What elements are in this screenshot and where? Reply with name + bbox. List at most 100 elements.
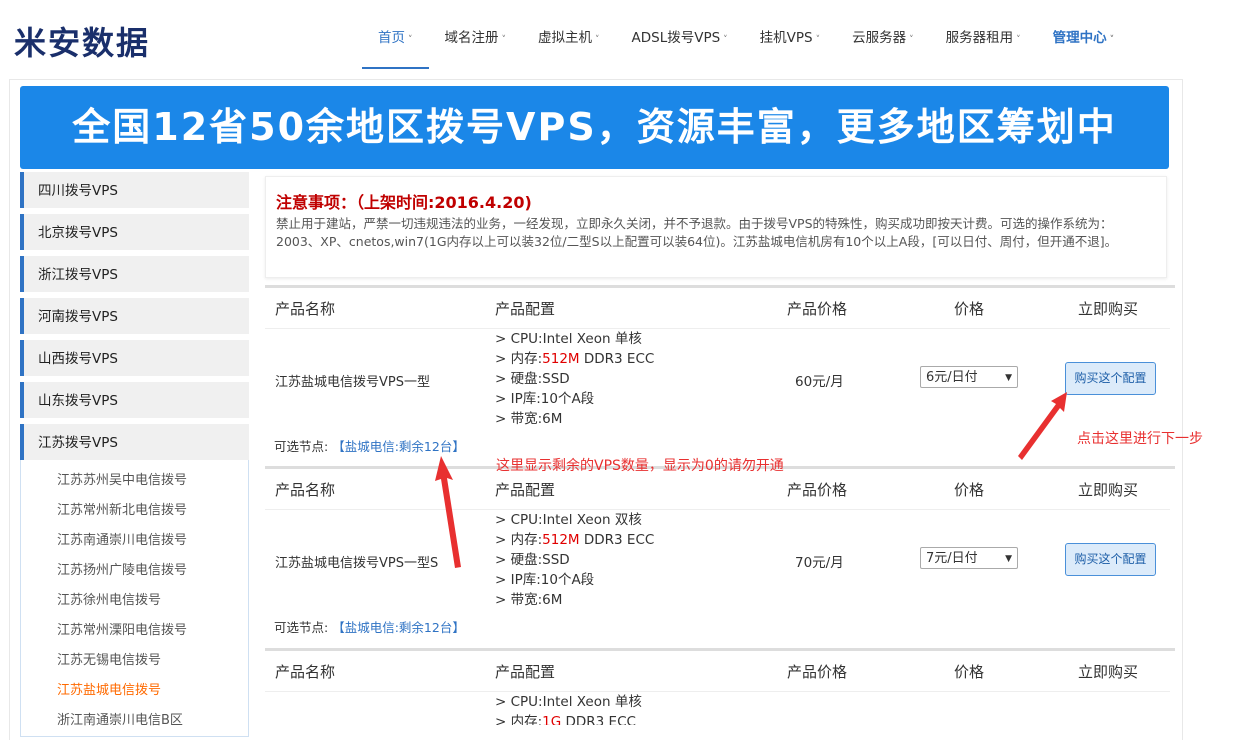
product-card: 产品名称 产品配置 产品价格 价格 立即购买 江苏盐城电信拨号VPS一型 > C… bbox=[265, 285, 1175, 468]
node-label: 可选节点: bbox=[274, 439, 329, 454]
spec-memory: > 内存:512M DDR3 ECC bbox=[495, 349, 654, 369]
nav-home[interactable]: 首页 ˅ bbox=[362, 0, 429, 69]
node-info: 可选节点: 【盐城电信:剩余12台】 bbox=[274, 617, 465, 636]
product-name: 江苏盐城电信拨号VPS一型 bbox=[275, 375, 430, 390]
annotation-next-step: 点击这里进行下一步 bbox=[1077, 431, 1203, 447]
spec-value: 1G bbox=[542, 714, 562, 725]
header-price: 价格 bbox=[954, 300, 985, 318]
submenu-item[interactable]: 江苏苏州吴中电信拨号 bbox=[21, 466, 248, 496]
spec-ip: > IP库:10个A段 bbox=[495, 572, 595, 588]
header-product-price: 产品价格 bbox=[787, 663, 848, 681]
nav-label: 首页 bbox=[378, 30, 405, 46]
sidebar-item-jiangsu[interactable]: 江苏拨号VPS bbox=[20, 424, 249, 460]
header-price: 价格 bbox=[954, 481, 985, 499]
submenu-item[interactable]: 江苏无锡电信拨号 bbox=[21, 646, 248, 676]
node-link[interactable]: 【盐城电信:剩余12台】 bbox=[332, 620, 465, 635]
nav-label: 挂机VPS bbox=[759, 30, 813, 46]
region-sidebar: 四川拨号VPS 北京拨号VPS 浙江拨号VPS 河南拨号VPS 山西拨号VPS … bbox=[20, 172, 249, 737]
spec-suffix: DDR3 ECC bbox=[579, 351, 655, 367]
nav-server-rental[interactable]: 服务器租用 ˅ bbox=[930, 0, 1037, 69]
submenu-item[interactable]: 江苏扬州广陵电信拨号 bbox=[21, 556, 248, 586]
submenu-item-active[interactable]: 江苏盐城电信拨号 bbox=[21, 676, 248, 706]
header-config: 产品配置 bbox=[495, 481, 556, 499]
jiangsu-submenu: 江苏苏州吴中电信拨号 江苏常州新北电信拨号 江苏南通崇川电信拨号 江苏扬州广陵电… bbox=[20, 460, 249, 737]
chevron-down-icon: ˅ bbox=[1016, 35, 1021, 45]
nav-label: 云服务器 bbox=[852, 30, 907, 46]
nav-label: 虚拟主机 bbox=[538, 30, 592, 46]
node-link[interactable]: 【盐城电信:剩余12台】 bbox=[332, 439, 465, 454]
header-buy: 立即购买 bbox=[1078, 300, 1139, 318]
spec-cpu: > CPU:Intel Xeon 单核 bbox=[495, 694, 642, 710]
header-product-price: 产品价格 bbox=[787, 481, 848, 499]
caret-down-icon: ▼ bbox=[1005, 554, 1012, 564]
product-price: 70元/月 bbox=[795, 555, 844, 571]
nav-hosting[interactable]: 虚拟主机 ˅ bbox=[522, 0, 616, 69]
submenu-item[interactable]: 江苏常州溧阳电信拨号 bbox=[21, 616, 248, 646]
site-logo[interactable]: 米安数据 bbox=[14, 18, 150, 64]
header-product-price: 产品价格 bbox=[787, 300, 848, 318]
nav-label: 域名注册 bbox=[444, 30, 499, 46]
notice-box: 注意事项：（上架时间:2016.4.20) 禁止用于建站，严禁一切违规违法的业务… bbox=[265, 176, 1167, 278]
spec-suffix: DDR3 ECC bbox=[561, 714, 636, 725]
header-name: 产品名称 bbox=[275, 481, 336, 499]
chevron-down-icon: ˅ bbox=[815, 35, 821, 45]
product-card: 产品名称 产品配置 产品价格 价格 立即购买 > CPU:Intel Xeon … bbox=[265, 648, 1175, 725]
submenu-item[interactable]: 浙江南通崇川电信B区 bbox=[21, 706, 248, 736]
submenu-item[interactable]: 江苏常州新北电信拨号 bbox=[21, 496, 248, 526]
nav-cloud-server[interactable]: 云服务器 ˅ bbox=[836, 0, 930, 69]
notice-body: 禁止用于建站，严禁一切违规违法的业务，一经发现，立即永久关闭，并不予退款。由于拨… bbox=[276, 216, 1118, 249]
sidebar-item-beijing[interactable]: 北京拨号VPS bbox=[20, 214, 249, 250]
header-name: 产品名称 bbox=[275, 663, 336, 681]
select-value: 7元/日付 bbox=[926, 551, 978, 566]
spec-cpu: > CPU:Intel Xeon 双核 bbox=[495, 512, 642, 528]
spec-suffix: DDR3 ECC bbox=[579, 532, 655, 548]
billing-select[interactable]: 7元/日付 ▼ bbox=[920, 547, 1018, 569]
sidebar-item-sichuan[interactable]: 四川拨号VPS bbox=[20, 172, 249, 208]
spec-disk: > 硬盘:SSD bbox=[495, 371, 570, 387]
sidebar-item-shanxi[interactable]: 山西拨号VPS bbox=[20, 340, 249, 376]
header-config: 产品配置 bbox=[495, 663, 556, 681]
nav-label: ADSL拨号VPS bbox=[631, 30, 721, 46]
header-name: 产品名称 bbox=[275, 300, 336, 318]
product-price: 60元/月 bbox=[795, 374, 844, 390]
spec-ip: > IP库:10个A段 bbox=[495, 391, 595, 407]
buy-button[interactable]: 购买这个配置 bbox=[1065, 362, 1156, 395]
notice-title: 注意事项：（上架时间:2016.4.20) bbox=[276, 193, 532, 212]
product-specs: > CPU:Intel Xeon 双核 > 内存:512M DDR3 ECC >… bbox=[495, 510, 654, 610]
nav-idle-vps[interactable]: 挂机VPS ˅ bbox=[744, 0, 836, 69]
nav-adsl-vps[interactable]: ADSL拨号VPS ˅ bbox=[616, 0, 744, 69]
spec-memory: > 内存:1G DDR3 ECC bbox=[495, 712, 642, 725]
spec-label: > 内存: bbox=[495, 714, 543, 725]
nav-label: 服务器租用 bbox=[945, 30, 1014, 46]
spec-value: 512M bbox=[542, 532, 580, 548]
chevron-down-icon: ˅ bbox=[1109, 35, 1115, 45]
sidebar-item-henan[interactable]: 河南拨号VPS bbox=[20, 298, 249, 334]
spec-disk: > 硬盘:SSD bbox=[495, 552, 570, 568]
billing-select[interactable]: 6元/日付 ▼ bbox=[920, 366, 1018, 388]
submenu-item[interactable]: 江苏徐州电信拨号 bbox=[21, 586, 248, 616]
sidebar-item-zhejiang[interactable]: 浙江拨号VPS bbox=[20, 256, 249, 292]
submenu-item[interactable]: 江苏南通崇川电信拨号 bbox=[21, 526, 248, 556]
nav-label: 管理中心 bbox=[1052, 30, 1107, 46]
nav-domain[interactable]: 域名注册 ˅ bbox=[429, 0, 523, 69]
header-config: 产品配置 bbox=[495, 300, 556, 318]
header-price: 价格 bbox=[954, 663, 985, 681]
caret-down-icon: ▼ bbox=[1005, 373, 1012, 383]
select-value: 6元/日付 bbox=[926, 370, 978, 385]
sidebar-item-shandong[interactable]: 山东拨号VPS bbox=[20, 382, 249, 418]
product-specs: > CPU:Intel Xeon 单核 > 内存:1G DDR3 ECC bbox=[495, 692, 642, 725]
promo-banner[interactable]: 全国12省50余地区拨号VPS，资源丰富，更多地区筹划中 bbox=[20, 86, 1169, 169]
spec-label: > 内存: bbox=[495, 351, 543, 367]
header-buy: 立即购买 bbox=[1078, 481, 1139, 499]
product-specs: > CPU:Intel Xeon 单核 > 内存:512M DDR3 ECC >… bbox=[495, 329, 654, 429]
chevron-down-icon: ˅ bbox=[909, 35, 914, 45]
spec-value: 512M bbox=[542, 351, 580, 367]
spec-memory: > 内存:512M DDR3 ECC bbox=[495, 530, 654, 550]
spec-label: > 内存: bbox=[495, 532, 543, 548]
chevron-down-icon: ˅ bbox=[408, 35, 413, 45]
product-card: 产品名称 产品配置 产品价格 价格 立即购买 江苏盐城电信拨号VPS一型S > … bbox=[265, 466, 1175, 649]
nav-management-center[interactable]: 管理中心 ˅ bbox=[1037, 0, 1131, 69]
node-info: 可选节点: 【盐城电信:剩余12台】 bbox=[274, 436, 465, 455]
spec-cpu: > CPU:Intel Xeon 单核 bbox=[495, 331, 642, 347]
buy-button[interactable]: 购买这个配置 bbox=[1065, 543, 1156, 576]
